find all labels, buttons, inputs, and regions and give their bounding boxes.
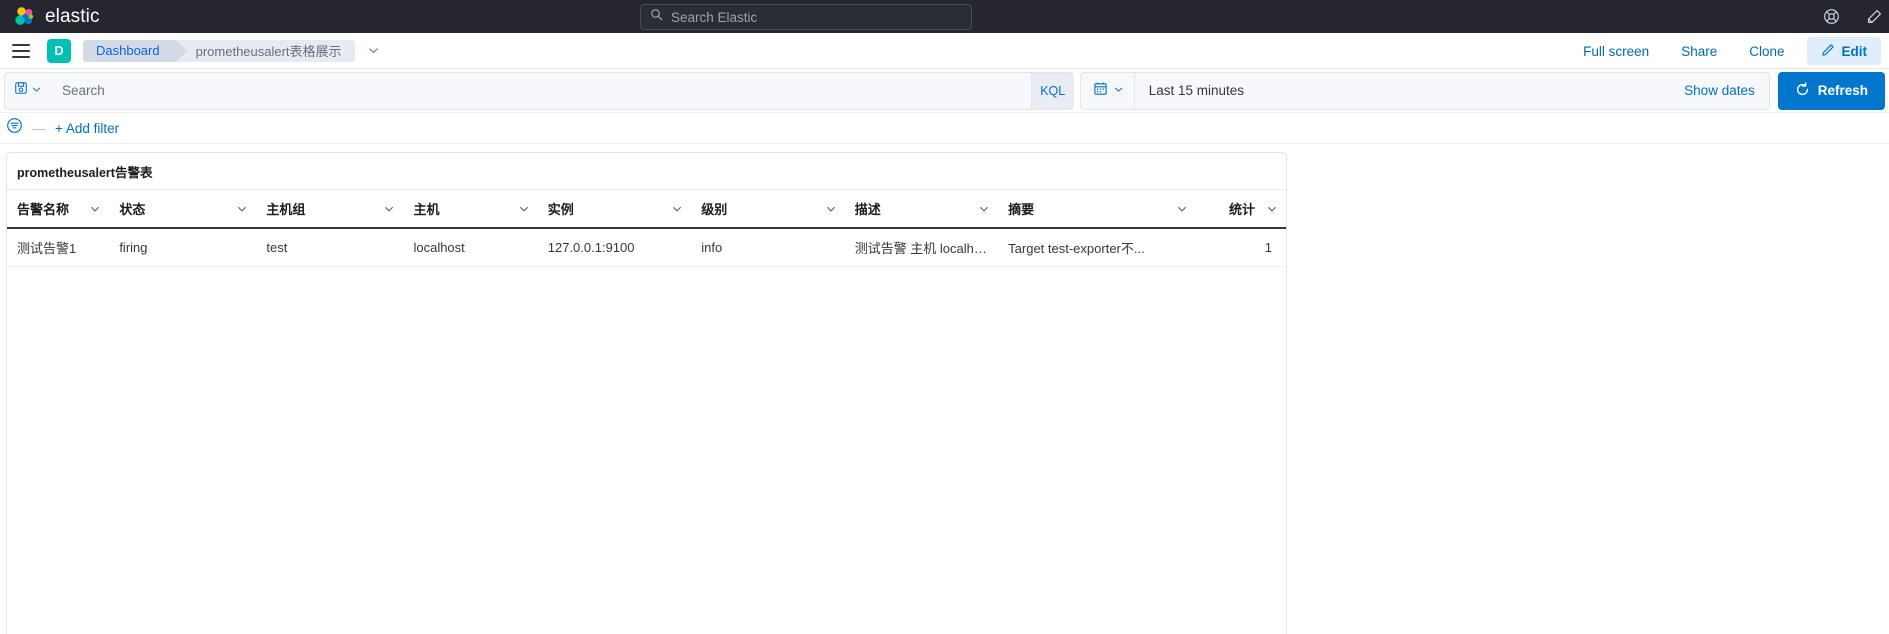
brand-name: elastic xyxy=(45,5,100,27)
breadcrumb: Dashboard prometheusalert表格展示 xyxy=(83,39,355,62)
search-input-placeholder: Search xyxy=(62,83,105,98)
chevron-down-icon[interactable] xyxy=(518,203,530,215)
space-avatar[interactable]: D xyxy=(47,38,71,63)
filter-icon[interactable] xyxy=(6,117,23,139)
column-header-label: 主机 xyxy=(413,202,440,217)
chevron-down-icon[interactable] xyxy=(383,203,395,215)
column-header-label: 状态 xyxy=(119,202,146,217)
breadcrumb-item-dashboard[interactable]: Dashboard xyxy=(83,39,187,62)
column-header[interactable]: 描述 xyxy=(844,189,999,229)
column-header-label: 描述 xyxy=(854,202,881,217)
column-header[interactable]: 摘要 xyxy=(998,189,1197,229)
refresh-button[interactable]: Refresh xyxy=(1777,71,1885,110)
refresh-icon xyxy=(1795,81,1810,100)
column-header-label: 告警名称 xyxy=(17,202,70,217)
table-cell: 测试告警 主机 localhost... xyxy=(844,228,999,267)
date-quick-select-button[interactable] xyxy=(1081,72,1135,109)
dashboard-actions: Full screen Share Clone Edit xyxy=(1567,33,1889,69)
help-circle-icon[interactable] xyxy=(1823,8,1840,25)
table-cell: 1 xyxy=(1196,228,1286,267)
chevron-down-icon[interactable] xyxy=(825,203,837,215)
edit-button-label: Edit xyxy=(1841,43,1868,59)
dashboard-canvas: prometheusalert告警表 告警名称 状态 主机组 主机 实例 级别 描述 摘要 统计… xyxy=(0,144,1889,634)
saved-query-button[interactable] xyxy=(4,71,50,110)
hamburger-menu-icon[interactable] xyxy=(12,43,30,58)
query-bar: Search KQL Last 15 minutes Show dates Re… xyxy=(0,69,1889,113)
save-disk-icon xyxy=(14,81,28,100)
add-filter-button[interactable]: + Add filter xyxy=(55,121,119,136)
global-top-nav: elastic Search Elastic xyxy=(0,0,1889,33)
query-language-button[interactable]: KQL xyxy=(1031,71,1074,110)
table-body: 测试告警1 firing test localhost 127.0.0.1:9100 in… xyxy=(7,228,1286,267)
share-link[interactable]: Share xyxy=(1665,44,1733,59)
table-cell: Target test-exporter不... xyxy=(998,228,1197,267)
clone-link[interactable]: Clone xyxy=(1733,44,1800,59)
chevron-down-icon xyxy=(31,82,42,100)
elastic-brand[interactable]: elastic xyxy=(0,6,100,28)
show-dates-button[interactable]: Show dates xyxy=(1684,83,1769,98)
calendar-icon xyxy=(1093,81,1108,101)
breadcrumb-bar: D Dashboard prometheusalert表格展示 Full scr… xyxy=(0,33,1889,69)
chevron-down-icon[interactable] xyxy=(89,203,101,215)
full-screen-link[interactable]: Full screen xyxy=(1567,44,1665,59)
global-search-input[interactable]: Search Elastic xyxy=(640,4,972,30)
breadcrumb-item-current[interactable]: prometheusalert表格展示 xyxy=(175,39,355,62)
time-range-value[interactable]: Last 15 minutes xyxy=(1135,83,1684,98)
feedback-icon[interactable] xyxy=(1866,8,1883,25)
global-search-placeholder: Search Elastic xyxy=(671,9,758,25)
chevron-down-icon[interactable] xyxy=(1176,203,1188,215)
column-header[interactable]: 主机 xyxy=(403,189,538,229)
table-cell: test xyxy=(256,228,404,267)
column-header[interactable]: 主机组 xyxy=(256,189,404,229)
search-input[interactable]: Search xyxy=(50,71,1032,110)
table-header: 告警名称 状态 主机组 主机 实例 级别 描述 摘要 统计 xyxy=(7,189,1286,229)
edit-button[interactable]: Edit xyxy=(1806,37,1881,65)
column-header[interactable]: 统计 xyxy=(1196,189,1286,229)
breadcrumb-label: Dashboard xyxy=(96,43,160,58)
pencil-icon xyxy=(1821,43,1835,60)
breadcrumb-label: prometheusalert表格展示 xyxy=(195,44,342,59)
table-cell: 测试告警1 xyxy=(7,228,110,267)
column-header[interactable]: 实例 xyxy=(537,189,692,229)
table-cell: 127.0.0.1:9100 xyxy=(537,228,692,267)
chevron-down-icon[interactable] xyxy=(236,203,248,215)
dashboard-panel: prometheusalert告警表 告警名称 状态 主机组 主机 实例 级别 描述 摘要 统计… xyxy=(6,152,1287,634)
topnav-actions xyxy=(1823,0,1889,33)
column-header-label: 级别 xyxy=(701,202,728,217)
search-icon xyxy=(650,8,663,26)
panel-title[interactable]: prometheusalert告警表 xyxy=(7,153,1286,189)
table-cell: firing xyxy=(109,228,257,267)
column-header-label: 统计 xyxy=(1228,202,1255,217)
table-row[interactable]: 测试告警1 firing test localhost 127.0.0.1:9100 in… xyxy=(7,228,1286,267)
chevron-down-icon[interactable] xyxy=(367,44,380,57)
column-header-label: 主机组 xyxy=(266,202,306,217)
column-header[interactable]: 级别 xyxy=(691,189,845,229)
alert-table: 告警名称 状态 主机组 主机 实例 级别 描述 摘要 统计 测试告警1 firing test loc… xyxy=(7,189,1286,267)
filter-bar: — + Add filter xyxy=(0,113,1889,144)
filter-separator: — xyxy=(32,120,46,136)
refresh-button-label: Refresh xyxy=(1817,83,1868,98)
date-picker: Last 15 minutes Show dates xyxy=(1079,71,1770,110)
chevron-down-icon[interactable] xyxy=(1266,203,1278,215)
table-cell: localhost xyxy=(403,228,538,267)
column-header[interactable]: 状态 xyxy=(109,189,257,229)
chevron-down-icon[interactable] xyxy=(671,203,683,215)
column-header[interactable]: 告警名称 xyxy=(7,189,110,229)
elastic-logo-icon xyxy=(14,6,36,28)
chevron-down-icon[interactable] xyxy=(978,203,990,215)
column-header-label: 实例 xyxy=(547,202,574,217)
chevron-down-icon xyxy=(1113,82,1124,100)
column-header-label: 摘要 xyxy=(1008,202,1035,217)
table-cell: info xyxy=(691,228,845,267)
